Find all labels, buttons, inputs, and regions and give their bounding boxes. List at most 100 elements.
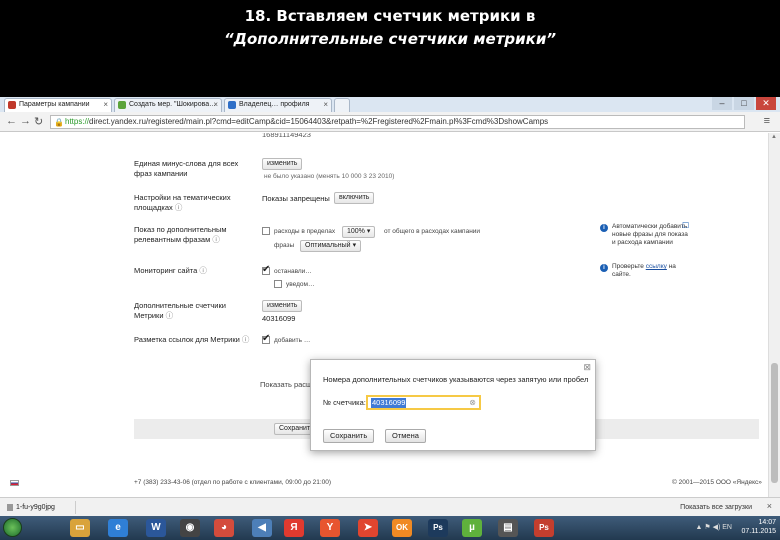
row-metrika-markup-label: Разметка ссылок для Метрики ⓘ [134,335,249,345]
counter-field-label: № счетчика: [323,398,366,407]
scroll-thumb[interactable] [771,363,778,483]
yandex-browser-icon[interactable]: Y [320,519,340,537]
help-icon[interactable]: ⓘ [175,203,183,212]
top-value: 168911149423 [262,133,311,139]
extra-phrases-percent-select[interactable]: 100% ▾ [342,226,376,238]
show-all-downloads[interactable]: Показать все загрузки [680,501,752,514]
tray-clock[interactable]: 14:07 07.11.2015 [741,518,776,536]
close-icon[interactable]: × [323,99,328,111]
side-note-link[interactable]: ссылку [646,263,667,270]
slide-title-line1: 18. Вставляем счетчик метрики в [244,7,536,25]
row-label-text: Дополнительные счетчики Метрики [134,301,226,320]
row-monitoring-label: Мониторинг сайта ⓘ [134,266,207,276]
arrow-icon[interactable]: ➤ [358,519,378,537]
tray-volume-icon[interactable]: ◀) [713,524,721,531]
close-window-icon[interactable]: ✕ [756,97,776,110]
info-icon: i [600,224,608,232]
help-icon[interactable]: ⓘ [242,335,250,344]
minus-words-edit-button[interactable]: изменить [262,158,303,170]
row-extra-phrases-label: Показ по дополнительным релевантным фраз… [134,225,244,245]
dialog-cancel-button[interactable]: Отмена [385,429,426,443]
help-icon[interactable]: ⓘ [212,235,220,244]
windows-taskbar: ▭ e W ◉ ◕ ◀ Я Y ➤ OK Ps µ ▤ Ps ▲ ⚑ ◀) EN 14:07 07.11.… [0,516,780,540]
external-icon[interactable]: ☐ [682,221,689,230]
word-icon[interactable]: W [146,519,166,537]
counters-dialog: ⊠ Номера дополнительных счетчиков указыв… [310,359,596,451]
monitoring-stop-checkbox[interactable] [262,264,270,275]
row-minus-words-label: Единая минус-слова для всех фраз кампани… [134,159,254,179]
ie-icon[interactable]: e [108,519,128,537]
tab-campaign-params[interactable]: Параметры кампании × [4,98,112,112]
thematic-enable-button[interactable]: включить [334,192,375,204]
maximize-icon[interactable]: □ [734,97,754,110]
utorrent-icon[interactable]: µ [462,519,482,537]
thematic-value: Показы запрещены [262,194,330,203]
browser-toolbar: ← → ↻ 🔒 https://direct.yandex.ru/registe… [0,112,780,132]
help-icon[interactable]: ⓘ [199,266,207,275]
clock-date: 07.11.2015 [741,528,776,535]
yandex-icon[interactable]: Я [284,519,304,537]
close-icon[interactable]: × [213,99,218,111]
film-icon[interactable]: ▤ [498,519,518,537]
metrika-counters-value: 40316099 [262,314,296,323]
tab-create[interactable]: Создать мер. "Шокирова… × [114,98,222,112]
menu-icon[interactable]: ≡ [764,115,770,127]
minimize-icon[interactable]: – [712,97,732,110]
start-button[interactable] [3,518,22,537]
tab-favicon-icon [118,101,126,109]
row-metrika-counters-label: Дополнительные счетчики Метрики ⓘ [134,301,244,321]
close-icon[interactable]: × [103,99,108,111]
speaker-icon[interactable]: ◀ [252,519,272,537]
close-icon[interactable]: ⊠ [583,362,591,373]
help-icon[interactable]: ⓘ [166,311,174,320]
side-note-prefix: Проверьте [612,263,644,270]
side-note-auto: Автоматически добавить новые фразы для п… [612,223,688,246]
url-scheme: https:// [65,117,90,126]
download-item[interactable]: 1-fu-y9g0jpg [6,501,76,514]
reload-icon[interactable]: ↻ [34,115,43,128]
camera-icon[interactable]: ◉ [180,519,200,537]
clear-icon[interactable]: ⊗ [469,398,476,407]
forward-icon[interactable]: → [20,115,31,127]
minus-words-note: не было указано (менять 10 000 3 23 2010… [264,173,395,180]
dialog-save-button[interactable]: Сохранить [323,429,375,443]
tray-arrow-icon[interactable]: ▲ [695,524,702,531]
tray-lang[interactable]: EN [722,524,732,531]
photoshop2-icon[interactable]: Ps [534,519,554,537]
ok-icon[interactable]: OK [392,519,412,537]
dialog-hint: Номера дополнительных счетчиков указываю… [323,375,589,384]
counter-number-input[interactable]: 40316099 ⊗ [366,395,481,410]
extra-phrases-text: расходы в пределах [274,228,336,235]
tray-icons: ▲ ⚑ ◀) EN [695,523,732,531]
new-tab-button[interactable] [334,98,350,112]
flag-icon[interactable] [10,480,19,486]
monitoring-notify-text: уведом… [286,281,315,288]
address-bar[interactable]: 🔒 https://direct.yandex.ru/registered/ma… [50,115,745,129]
lock-icon: 🔒 [54,118,64,127]
metrika-counters-edit-button[interactable]: изменить [262,300,303,312]
tab-favicon-icon [228,101,236,109]
monitoring-notify-checkbox[interactable] [274,280,282,288]
close-icon[interactable]: × [767,501,772,511]
tray-flag-icon[interactable]: ⚑ [704,524,710,531]
browser-window: Параметры кампании × Создать мер. "Шокир… [0,97,780,540]
page-scrollbar[interactable]: ▲ ▼ [768,133,780,513]
extra-phrases-mode-select[interactable]: Оптимальный ▾ [300,240,362,252]
row-thematic-label: Настройки на тематических площадках ⓘ [134,193,244,213]
extra-phrases-line2: фразы [274,242,295,249]
explorer-icon[interactable]: ▭ [70,519,90,537]
select-value: Оптимальный [305,242,351,249]
tab-label: Создать мер. "Шокирова… [129,101,217,108]
page-content: 168911149423 Единая минус-слова для всех… [0,133,768,513]
chrome-icon[interactable]: ◕ [214,519,234,537]
tab-owner[interactable]: Владелец… профиля × [224,98,332,112]
back-icon[interactable]: ← [6,115,17,127]
extra-phrases-checkbox[interactable] [262,227,270,235]
scroll-up-icon[interactable]: ▲ [771,134,777,140]
extra-phrases-tail: от общего в расходах кампании [384,228,481,235]
metrika-markup-checkbox[interactable] [262,333,270,344]
select-value: 100% [347,228,365,235]
downloads-bar: 1-fu-y9g0jpg Показать все загрузки × [0,497,780,516]
photoshop-icon[interactable]: Ps [428,519,448,537]
window-controls: – □ ✕ [712,97,776,111]
